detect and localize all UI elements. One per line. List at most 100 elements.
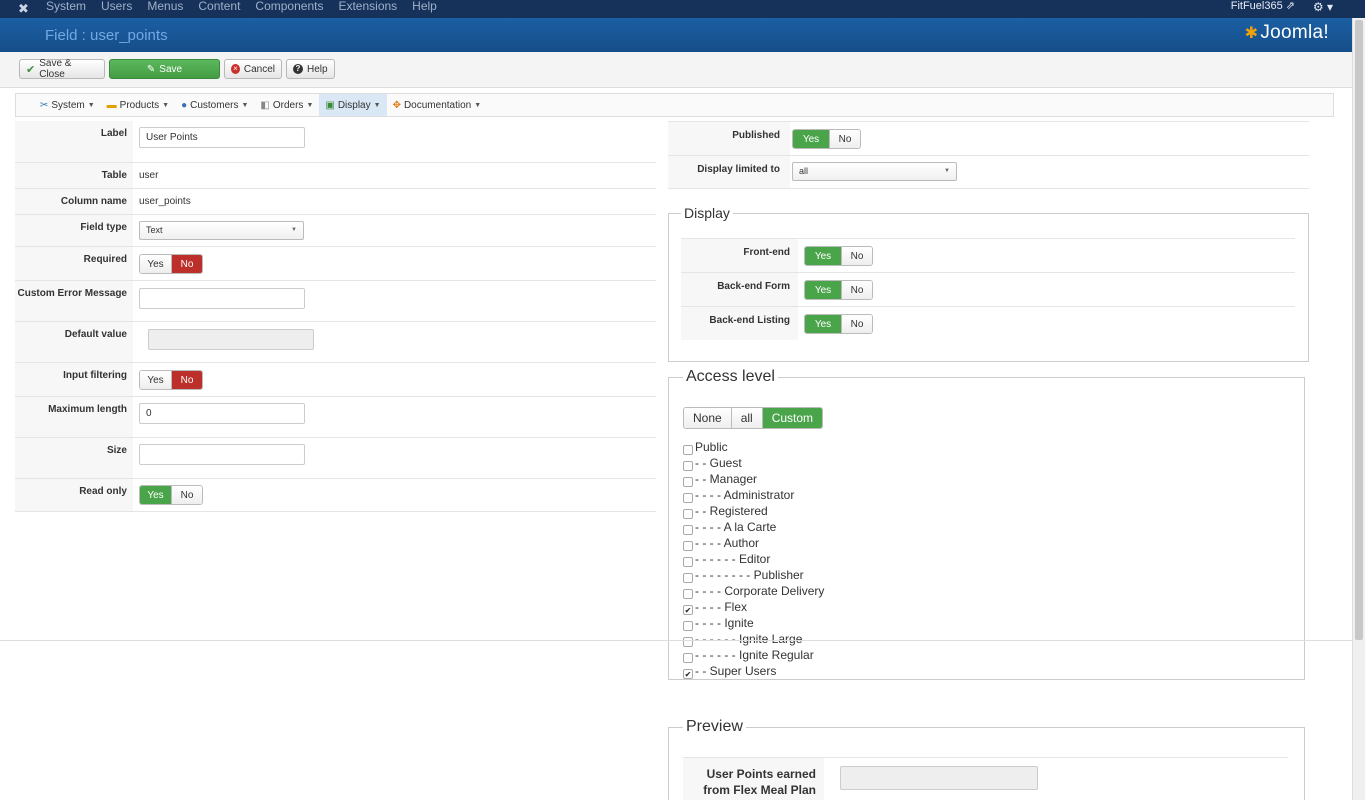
access-group-checkbox[interactable] [683, 476, 693, 487]
box-icon: ▬ [106, 99, 117, 111]
field-type-label: Field type [15, 215, 133, 246]
access-group-checkbox[interactable]: ✔ [683, 604, 693, 615]
access-group-checkbox[interactable] [683, 556, 693, 567]
frontend-no[interactable]: No [841, 247, 872, 265]
access-group-checkbox[interactable] [683, 540, 693, 551]
access-group-label: - - Guest [695, 456, 742, 470]
field-type-select[interactable]: Text ▼ [139, 221, 304, 240]
access-group-label: - - Registered [695, 504, 768, 518]
published-no[interactable]: No [829, 130, 860, 148]
caret-icon: ▼ [373, 101, 381, 109]
readonly-cell: Yes No [133, 479, 656, 511]
gear-icon[interactable]: ⚙ ▾ [1313, 0, 1333, 14]
access-group-checkbox[interactable] [683, 508, 693, 519]
page-scrollbar[interactable] [1352, 18, 1365, 800]
label-input[interactable]: User Points [139, 127, 305, 148]
submenu-system[interactable]: ✂ System ▼ [34, 94, 101, 116]
menu-users[interactable]: Users [101, 0, 132, 13]
form-row-fieldtype: Field type Text ▼ [15, 214, 656, 246]
save-close-label: Save & Close [39, 58, 72, 80]
admin-menu-bar: ✖ System Users Menus Content Components … [0, 0, 1365, 18]
input-filtering-yes[interactable]: Yes [140, 371, 171, 389]
display-limited-label: Display limited to [668, 156, 790, 188]
submenu-display-label: Display [337, 99, 371, 111]
custom-error-cell [133, 281, 656, 321]
label-label: Label [15, 121, 133, 162]
read-only-label: Read only [15, 479, 133, 511]
size-label: Size [15, 438, 133, 478]
submenu-orders[interactable]: ◧ Orders ▼ [254, 94, 319, 116]
form-row-column: Column name user_points [15, 188, 656, 214]
max-length-input[interactable]: 0 [139, 403, 305, 424]
preview-fieldset: Preview User Points earned from Flex Mea… [668, 718, 1305, 800]
submenu-customers[interactable]: ● Customers ▼ [175, 94, 254, 116]
backend-form-cell: Yes No [798, 273, 1295, 306]
access-group-checkbox[interactable] [683, 444, 693, 455]
site-link[interactable]: FitFuel365 ⇗ [1231, 0, 1295, 13]
access-group-checkbox[interactable] [683, 492, 693, 503]
required-label: Required [15, 247, 133, 280]
access-group-checkbox[interactable] [683, 636, 693, 647]
required-cell: Yes No [133, 247, 656, 280]
display-limited-select[interactable]: all ▼ [792, 162, 957, 181]
frontend-yes[interactable]: Yes [805, 247, 841, 265]
form-row-input-filtering: Input filtering Yes No [15, 362, 656, 396]
form-row-backend-form: Back-end Form Yes No [681, 272, 1295, 306]
backend-form-no[interactable]: No [841, 281, 872, 299]
required-no[interactable]: No [171, 255, 202, 273]
input-filtering-no[interactable]: No [171, 371, 202, 389]
menu-menus[interactable]: Menus [147, 0, 183, 13]
menu-system[interactable]: System [46, 0, 86, 13]
access-none-button[interactable]: None [684, 408, 731, 428]
submenu-customers-label: Customers [190, 99, 239, 111]
save-button[interactable]: ✎ Save [109, 59, 220, 79]
preview-field-input[interactable] [840, 766, 1038, 790]
save-close-button[interactable]: ✔ Save & Close [19, 58, 105, 80]
access-group-checkbox[interactable] [683, 460, 693, 471]
backend-listing-yes[interactable]: Yes [805, 315, 841, 333]
form-row-required: Required Yes No [15, 246, 656, 280]
access-group-item: - - - - Corporate Delivery [683, 583, 824, 599]
joomla-logo: ✱ Joomla! [1245, 22, 1329, 44]
access-group-checkbox[interactable] [683, 524, 693, 535]
save-label: Save [159, 63, 183, 75]
cancel-button[interactable]: × Cancel [224, 59, 282, 79]
access-group-item: - - Manager [683, 471, 757, 487]
published-label: Published [668, 122, 790, 155]
field-type-value: Text [146, 225, 163, 235]
access-group-checkbox[interactable] [683, 652, 693, 663]
form-row-table: Table user [15, 162, 656, 188]
published-cell: Yes No [790, 122, 1309, 155]
submenu-products[interactable]: ▬ Products ▼ [101, 94, 175, 116]
access-all-button[interactable]: all [730, 408, 762, 428]
published-yes[interactable]: Yes [793, 130, 829, 148]
frontend-cell: Yes No [798, 239, 1295, 272]
menu-extensions[interactable]: Extensions [338, 0, 397, 13]
submenu-display[interactable]: ▣ Display ▼ [319, 94, 387, 116]
backend-listing-no[interactable]: No [841, 315, 872, 333]
read-only-no[interactable]: No [171, 486, 202, 504]
size-cell [133, 438, 656, 478]
required-yes[interactable]: Yes [140, 255, 171, 273]
default-value-input[interactable] [148, 329, 314, 350]
joomla-icon[interactable]: ✖ [18, 1, 29, 17]
access-group-checkbox[interactable] [683, 588, 693, 599]
menu-components[interactable]: Components [255, 0, 323, 13]
users-icon: ● [181, 99, 188, 111]
access-custom-button[interactable]: Custom [761, 408, 823, 428]
menu-help[interactable]: Help [412, 0, 437, 13]
read-only-yes[interactable]: Yes [140, 486, 171, 504]
access-group-checkbox[interactable]: ✔ [683, 668, 693, 679]
menu-content[interactable]: Content [198, 0, 240, 13]
backend-form-yes[interactable]: Yes [805, 281, 841, 299]
access-group-checkbox[interactable] [683, 620, 693, 631]
access-group-checkbox[interactable] [683, 572, 693, 583]
table-label: Table [15, 163, 133, 188]
submenu-documentation[interactable]: ✥ Documentation ▼ [387, 94, 488, 116]
scrollbar-thumb[interactable] [1355, 20, 1363, 640]
size-input[interactable] [139, 444, 305, 465]
help-button[interactable]: ? Help [286, 59, 335, 79]
custom-error-input[interactable] [139, 288, 305, 309]
check-icon: ✔ [26, 63, 36, 76]
form-row-label: Label User Points [15, 121, 656, 162]
